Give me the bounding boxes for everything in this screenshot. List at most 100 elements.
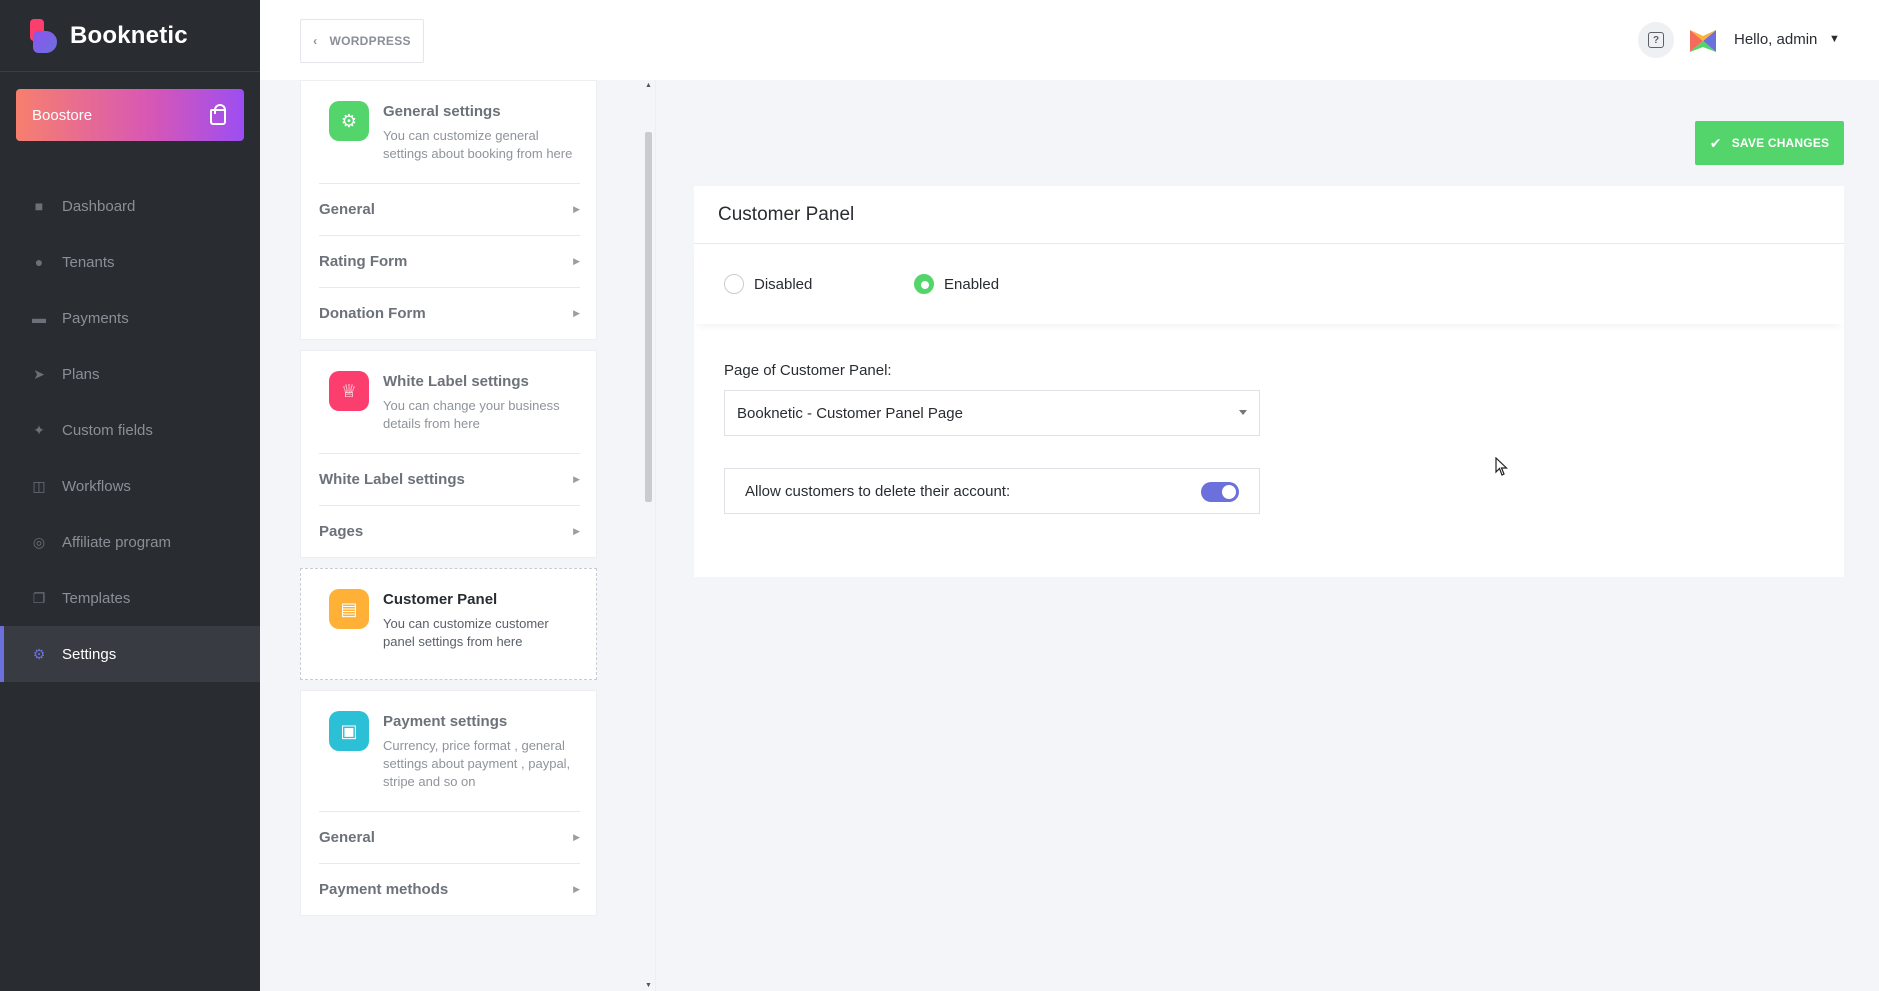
gear-icon: ⚙: [329, 101, 369, 141]
crown-icon: ♕: [329, 371, 369, 411]
scrollbar-thumb[interactable]: [645, 132, 652, 502]
settings-subitem-general[interactable]: General ▶: [319, 183, 580, 235]
sidebar: Booknetic Boostore ■ Dashboard ● Tenants…: [0, 0, 260, 991]
subitem-label: Pages: [319, 523, 364, 540]
delete-account-setting: Allow customers to delete their account:: [724, 468, 1260, 514]
card-description: You can customize customer panel setting…: [383, 616, 549, 649]
radio-circle[interactable]: [914, 274, 934, 294]
radio-disabled[interactable]: Disabled: [724, 274, 914, 294]
subitem-label: General: [319, 829, 375, 846]
settings-card-payment[interactable]: ▣ Payment settings Currency, price forma…: [300, 690, 597, 916]
card-title: Payment settings: [383, 713, 508, 730]
settings-subitem-rating-form[interactable]: Rating Form ▶: [319, 235, 580, 287]
customer-panel-page-select[interactable]: Booknetic - Customer Panel Page: [724, 390, 1260, 436]
wallet-icon: ▣: [329, 711, 369, 751]
caret-right-icon: ▶: [573, 832, 580, 842]
caret-right-icon: ▶: [573, 308, 580, 318]
credit-card-icon: ▬: [32, 310, 46, 326]
sidebar-item-workflows[interactable]: ◫ Workflows: [0, 458, 260, 514]
gear-icon: ⚙: [32, 645, 46, 662]
settings-subitem-white-label[interactable]: White Label settings ▶: [319, 453, 580, 505]
calendar-clock-icon: ▤: [329, 589, 369, 629]
radio-label: Enabled: [944, 275, 1000, 293]
check-icon: ✔: [1709, 134, 1722, 151]
caret-right-icon: ▶: [573, 884, 580, 894]
subitem-label: White Label settings: [319, 471, 465, 488]
radio-label: Disabled: [754, 275, 813, 293]
mouse-cursor-icon: [1495, 457, 1508, 476]
settings-card-general[interactable]: ⚙ General settings You can customize gen…: [300, 80, 597, 340]
sidebar-nav: ■ Dashboard ● Tenants ▬ Payments ➤ Plans…: [0, 178, 260, 682]
panel-title: Customer Panel: [694, 186, 1844, 244]
sidebar-item-label: Workflows: [62, 477, 131, 495]
page-field-label: Page of Customer Panel:: [724, 362, 892, 379]
sidebar-item-settings[interactable]: ⚙ Settings: [0, 626, 260, 682]
user-icon: ●: [34, 254, 44, 270]
settings-subitem-pages[interactable]: Pages ▶: [319, 505, 580, 557]
sidebar-item-label: Plans: [62, 365, 100, 383]
sidebar-item-label: Templates: [62, 589, 131, 607]
mode-radio-group: Disabled Enabled: [694, 244, 1844, 324]
sidebar-item-plans[interactable]: ➤ Plans: [0, 346, 260, 402]
settings-card-customer-panel[interactable]: ▤ Customer Panel You can customize custo…: [300, 568, 597, 680]
settings-subitem-payment-methods[interactable]: Payment methods ▶: [319, 863, 580, 915]
scroll-up-arrow-icon[interactable]: ▲: [645, 82, 652, 89]
delete-account-label: Allow customers to delete their account:: [745, 482, 1011, 500]
save-label: SAVE CHANGES: [1731, 136, 1830, 150]
delete-account-toggle[interactable]: [1201, 482, 1239, 502]
sidebar-item-payments[interactable]: ▬ Payments: [0, 290, 260, 346]
select-value: Booknetic - Customer Panel Page: [737, 404, 963, 422]
card-title: Customer Panel: [383, 591, 498, 608]
sidebar-item-label: Dashboard: [62, 197, 136, 215]
sidebar-item-tenants[interactable]: ● Tenants: [0, 234, 260, 290]
shopping-bag-icon: [210, 103, 226, 125]
chevron-down-icon[interactable]: ▼: [1829, 33, 1840, 45]
boostore-button[interactable]: Boostore: [16, 89, 244, 141]
caret-right-icon: ▶: [573, 526, 580, 536]
caret-right-icon: ▶: [573, 256, 580, 266]
user-greeting[interactable]: Hello, admin: [1734, 31, 1817, 48]
caret-right-icon: ▶: [573, 474, 580, 484]
subitem-label: General: [319, 201, 375, 218]
brand-logo[interactable]: Booknetic: [0, 0, 260, 72]
wordpress-label: WORDPRESS: [329, 34, 411, 48]
scroll-down-arrow-icon[interactable]: ▼: [645, 982, 652, 989]
dropdown-caret-icon: [1239, 410, 1247, 415]
sidebar-item-label: Payments: [62, 309, 129, 327]
caret-right-icon: ▶: [573, 204, 580, 214]
settings-subitem-donation-form[interactable]: Donation Form ▶: [319, 287, 580, 339]
chevron-left-icon: ‹: [313, 34, 318, 48]
booknetic-logo-icon: [30, 18, 58, 53]
settings-scrollbar[interactable]: ▲ ▼: [643, 80, 655, 991]
settings-list: ⚙ General settings You can customize gen…: [300, 80, 597, 991]
copy-icon: ❐: [32, 589, 46, 606]
topbar: ‹ WORDPRESS ? Hello, admin ▼: [260, 0, 1879, 80]
divider: [655, 80, 656, 991]
radio-circle[interactable]: [724, 274, 744, 294]
sidebar-item-custom-fields[interactable]: ✦ Custom fields: [0, 402, 260, 458]
sidebar-item-templates[interactable]: ❐ Templates: [0, 570, 260, 626]
sidebar-item-dashboard[interactable]: ■ Dashboard: [0, 178, 260, 234]
boostore-label: Boostore: [32, 106, 93, 124]
user-avatar[interactable]: [1690, 28, 1716, 54]
magic-wand-icon: ✦: [33, 421, 45, 438]
rocket-icon: ➤: [33, 365, 45, 382]
card-description: Currency, price format , general setting…: [383, 738, 571, 789]
sidebar-item-label: Tenants: [62, 253, 115, 271]
cube-icon: ■: [34, 198, 44, 214]
card-description: You can change your business details fro…: [383, 398, 560, 431]
save-changes-button[interactable]: ✔ SAVE CHANGES: [1695, 121, 1844, 165]
sidebar-item-label: Affiliate program: [62, 533, 171, 551]
target-icon: ◎: [32, 533, 46, 550]
sidebar-item-affiliate-program[interactable]: ◎ Affiliate program: [0, 514, 260, 570]
wordpress-back-button[interactable]: ‹ WORDPRESS: [300, 19, 424, 63]
customer-panel-settings: Customer Panel Disabled Enabled Page of …: [694, 186, 1844, 577]
settings-subitem-payment-general[interactable]: General ▶: [319, 811, 580, 863]
settings-card-white-label[interactable]: ♕ White Label settings You can change yo…: [300, 350, 597, 558]
radio-enabled[interactable]: Enabled: [914, 274, 999, 294]
sidebar-item-label: Custom fields: [62, 421, 153, 439]
sidebar-item-label: Settings: [62, 645, 117, 663]
help-button[interactable]: ?: [1638, 22, 1674, 58]
brand-name: Booknetic: [70, 21, 188, 49]
workflow-icon: ◫: [32, 477, 46, 494]
